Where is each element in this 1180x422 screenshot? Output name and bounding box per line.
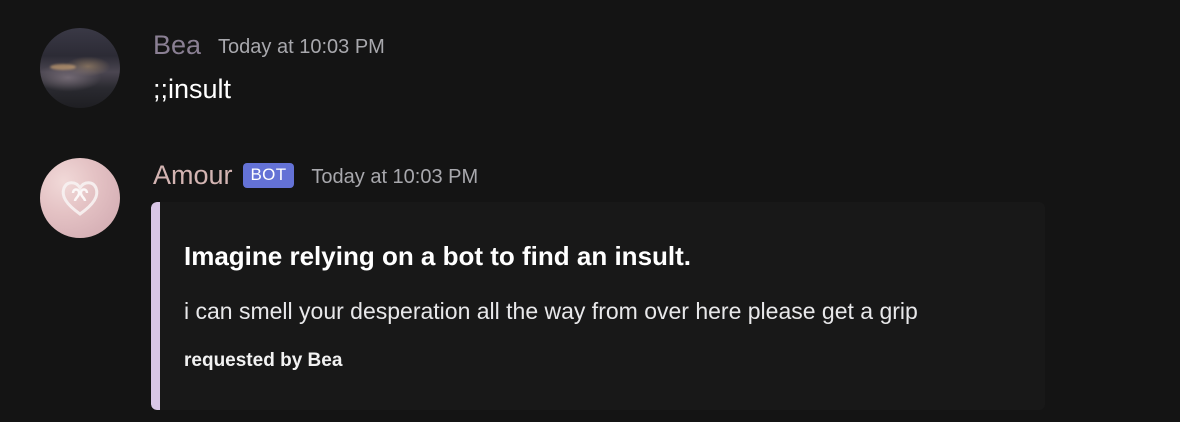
message-embed: Imagine relying on a bot to find an insu… [151, 202, 1045, 410]
username[interactable]: Amour [153, 159, 233, 191]
timestamp[interactable]: Today at 10:03 PM [311, 157, 478, 193]
username[interactable]: Bea [153, 29, 201, 61]
message-header: Bea Today at 10:03 PM [153, 29, 385, 61]
bot-avatar[interactable] [40, 158, 120, 238]
message-header: Amour BOT Today at 10:03 PM [153, 159, 478, 191]
message-amour: Amour BOT Today at 10:03 PM Imagine rely… [0, 140, 1180, 422]
embed-accent-bar [151, 202, 160, 410]
embed-footer: requested by Bea [184, 350, 343, 371]
user-avatar[interactable] [40, 28, 120, 108]
heart-logo-icon [61, 181, 99, 216]
embed-description: i can smell your desperation all the way… [184, 298, 918, 324]
bot-badge: BOT [242, 162, 295, 188]
timestamp[interactable]: Today at 10:03 PM [218, 27, 385, 63]
message-content: ;;insult [153, 74, 232, 104]
avatar-image [50, 64, 76, 70]
message-bea: Bea Today at 10:03 PM ;;insult [0, 0, 1180, 140]
embed-title: Imagine relying on a bot to find an insu… [184, 241, 692, 271]
